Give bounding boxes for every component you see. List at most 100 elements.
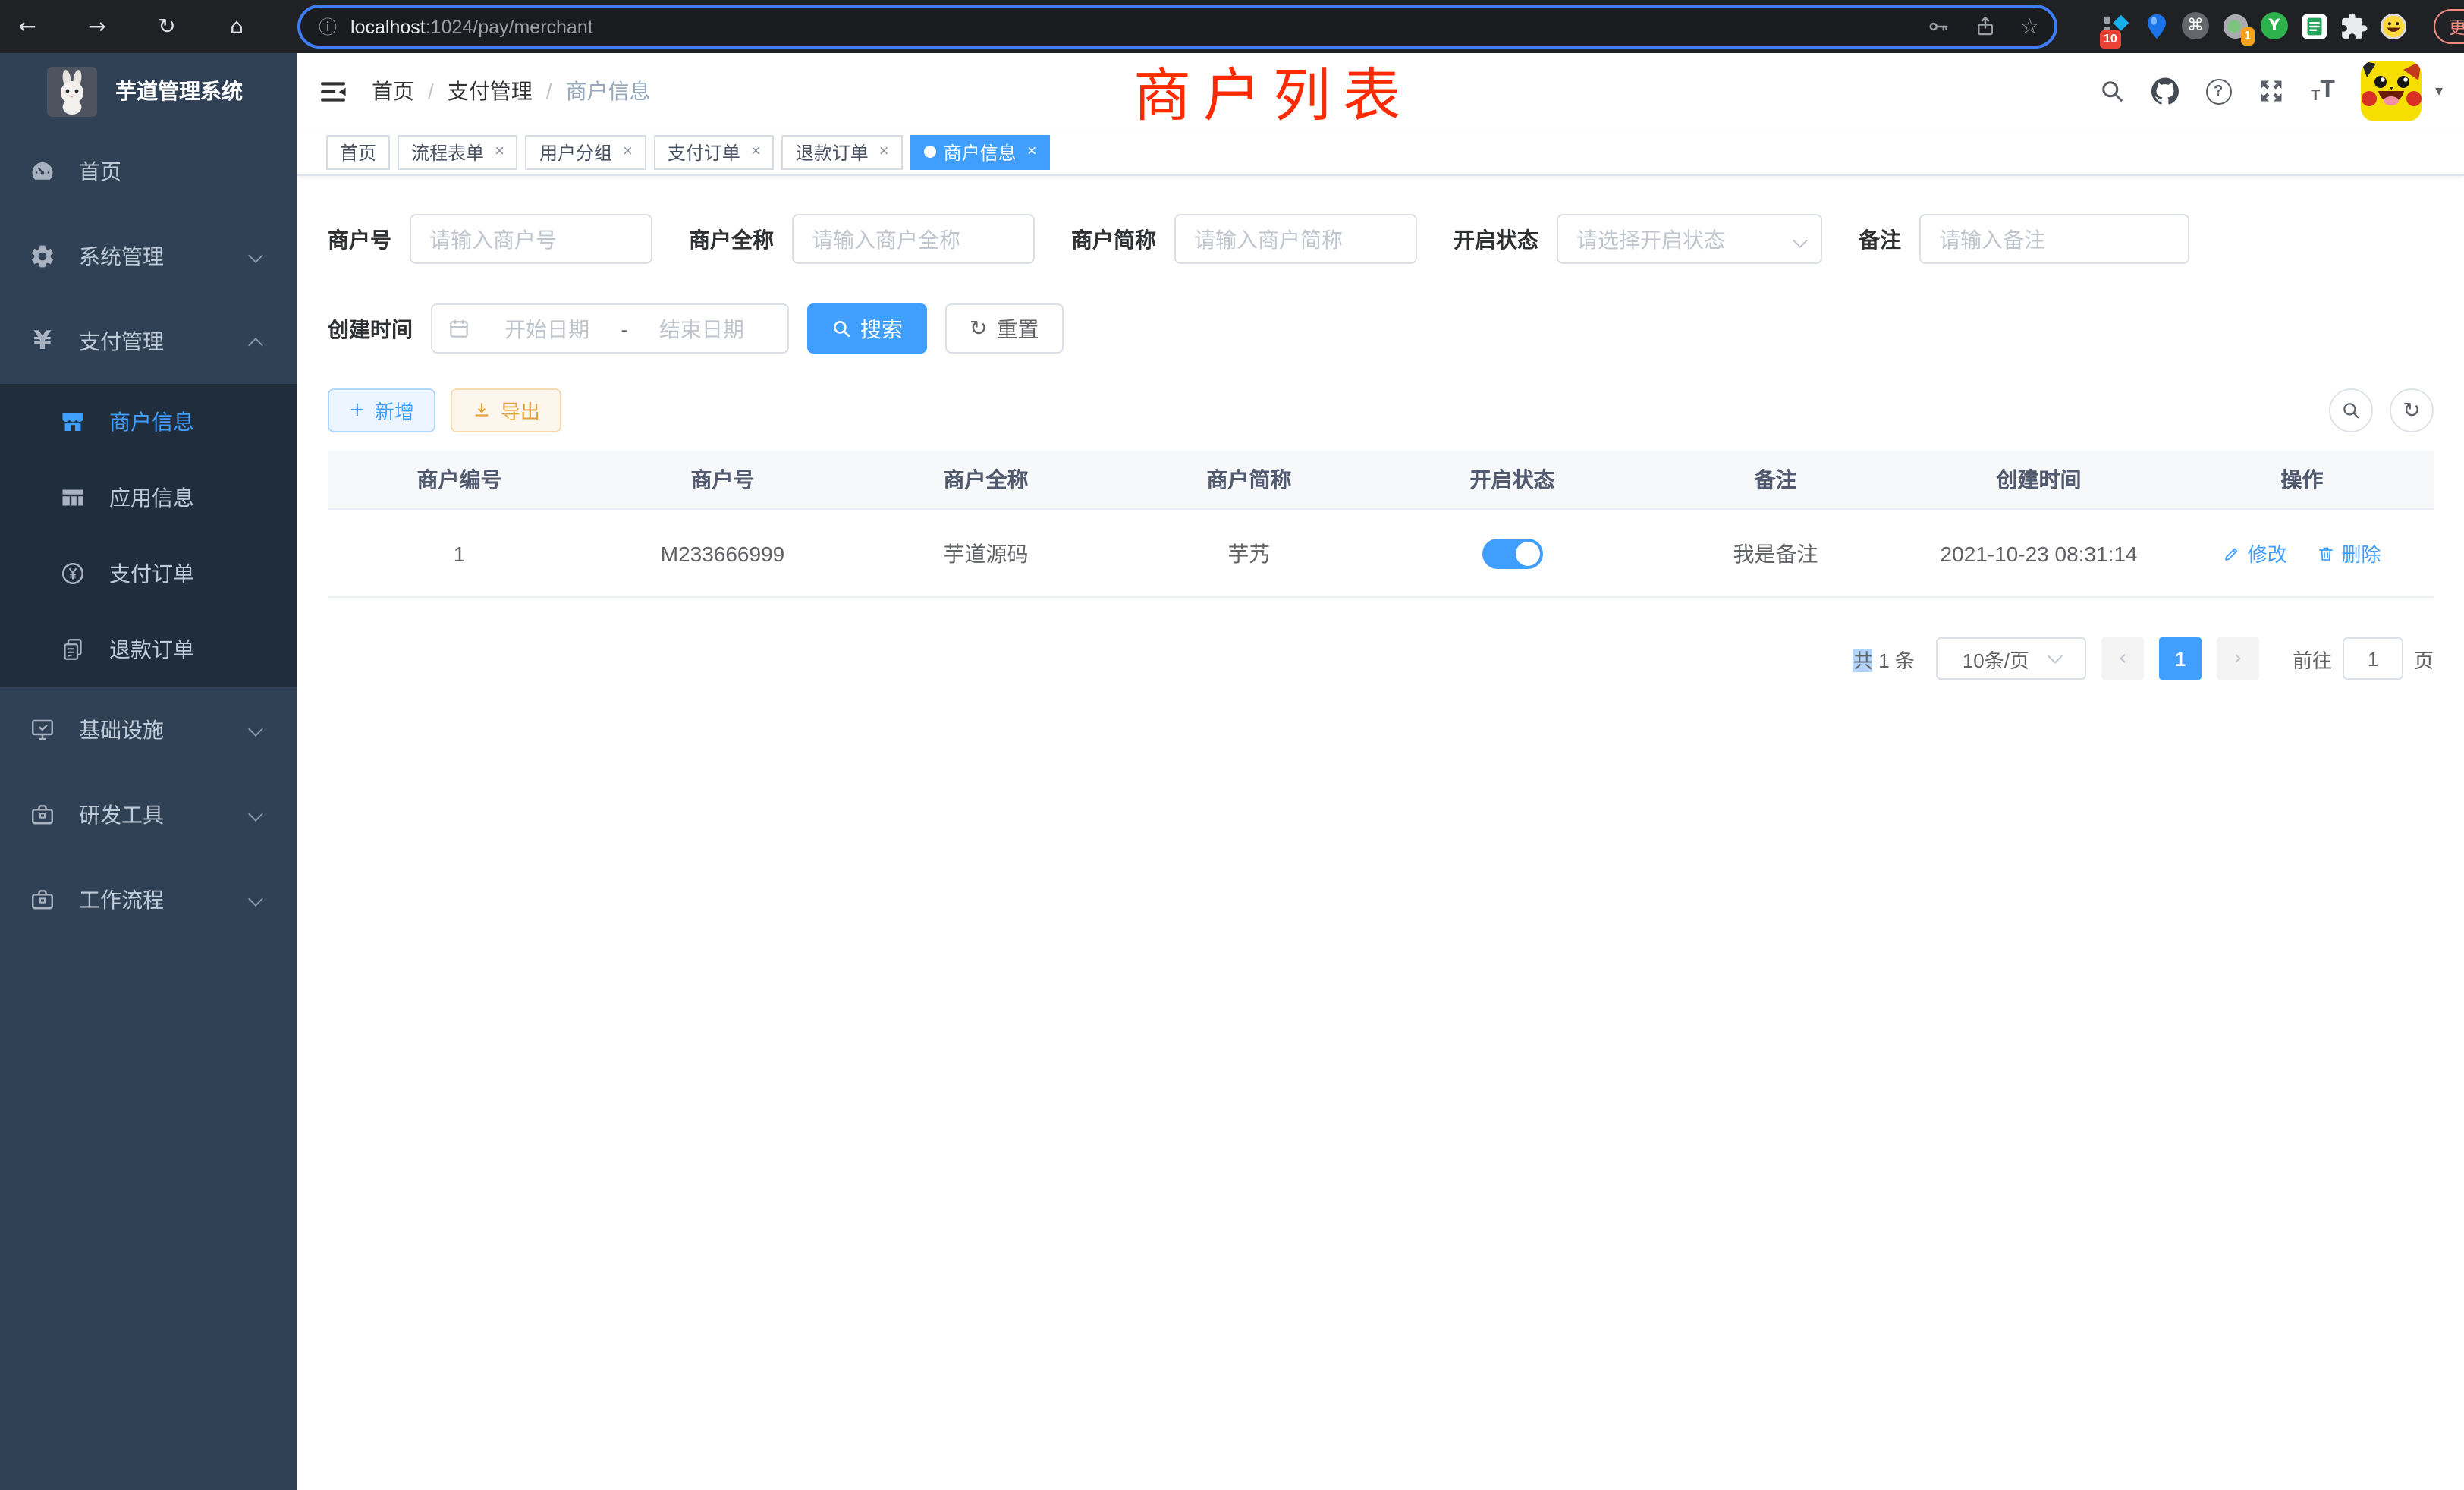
forward-icon[interactable]: → bbox=[85, 14, 109, 39]
page-size-select[interactable]: 10条/页 bbox=[1936, 637, 2086, 680]
sidebar-item-infrastructure[interactable]: 基础设施 bbox=[0, 687, 297, 772]
extension-y-icon[interactable]: Y bbox=[2261, 12, 2290, 41]
extension-circle-icon[interactable]: 1 bbox=[2221, 12, 2250, 41]
chevron-down-icon bbox=[248, 248, 263, 263]
back-icon[interactable]: ← bbox=[15, 14, 39, 39]
active-dot bbox=[924, 146, 936, 158]
dashboard-icon bbox=[27, 156, 58, 187]
delete-button[interactable]: 删除 bbox=[2317, 539, 2381, 567]
close-icon[interactable]: × bbox=[495, 143, 504, 161]
add-button[interactable]: + 新增 bbox=[328, 388, 435, 432]
sidebar-item-system[interactable]: 系统管理 bbox=[0, 214, 297, 299]
tab-home[interactable]: 首页 bbox=[326, 134, 390, 169]
col-merchant-id: 商户编号 bbox=[328, 451, 591, 509]
page-1-button[interactable]: 1 bbox=[2159, 637, 2202, 680]
short-name-input[interactable] bbox=[1174, 214, 1417, 264]
extension-command-icon[interactable]: ⌘ bbox=[2182, 12, 2211, 41]
sidebar-item-app-info[interactable]: 应用信息 bbox=[0, 460, 297, 536]
date-range-picker[interactable]: 开始日期 - 结束日期 bbox=[431, 303, 789, 354]
search-button[interactable]: 搜索 bbox=[807, 303, 927, 354]
col-status: 开启状态 bbox=[1381, 451, 1644, 509]
help-icon[interactable]: ? bbox=[2205, 77, 2232, 105]
sidebar-item-label: 系统管理 bbox=[79, 241, 164, 272]
reset-button[interactable]: ↻ 重置 bbox=[945, 303, 1063, 354]
chevron-down-icon bbox=[248, 721, 263, 737]
breadcrumb-home[interactable]: 首页 bbox=[372, 76, 414, 106]
close-icon[interactable]: × bbox=[1027, 143, 1037, 161]
app-logo[interactable]: 芋道管理系统 bbox=[0, 53, 297, 129]
breadcrumb-current: 商户信息 bbox=[566, 76, 651, 106]
show-search-button[interactable] bbox=[2329, 388, 2373, 432]
chevron-down-icon bbox=[248, 806, 263, 822]
sidebar-item-refund-order[interactable]: 退款订单 bbox=[0, 611, 297, 687]
home-icon[interactable]: ⌂ bbox=[225, 14, 249, 39]
browser-profile-avatar[interactable] bbox=[2379, 12, 2408, 41]
status-select[interactable] bbox=[1557, 214, 1822, 264]
extension-notes-icon[interactable] bbox=[2300, 12, 2329, 41]
goto-page-input[interactable] bbox=[2343, 637, 2403, 680]
remark-input[interactable] bbox=[1919, 214, 2189, 264]
sidebar-item-pay-order[interactable]: 支付订单 bbox=[0, 536, 297, 611]
password-key-icon[interactable] bbox=[1928, 15, 1950, 38]
sidebar-toggle-icon[interactable] bbox=[319, 77, 347, 105]
browser-update-button[interactable]: 更新 bbox=[2434, 9, 2464, 44]
navbar-actions: ? TT bbox=[2098, 61, 2443, 121]
tab-process-form[interactable]: 流程表单 × bbox=[398, 134, 518, 169]
avatar-caret-icon[interactable]: ▾ bbox=[2435, 83, 2443, 99]
bookmark-star-icon[interactable]: ☆ bbox=[2020, 14, 2039, 39]
next-page-button[interactable]: › bbox=[2217, 637, 2259, 680]
merchant-table: 商户编号 商户号 商户全称 商户简称 开启状态 备注 创建时间 操作 1 bbox=[328, 451, 2434, 598]
font-size-icon[interactable]: TT bbox=[2311, 77, 2335, 105]
cell-merchant-id: 1 bbox=[328, 509, 591, 597]
close-icon[interactable]: × bbox=[751, 143, 761, 161]
tab-pay-order[interactable]: 支付订单 × bbox=[654, 134, 775, 169]
edit-button[interactable]: 修改 bbox=[2224, 539, 2287, 567]
site-info-icon[interactable]: ⓘ bbox=[319, 14, 337, 39]
share-icon[interactable] bbox=[1975, 15, 1997, 38]
browser-extensions: 10 ⌘ 1 Y bbox=[2103, 12, 2418, 41]
start-date-placeholder: 开始日期 bbox=[476, 313, 618, 344]
prev-page-button[interactable]: ‹ bbox=[2101, 637, 2144, 680]
sidebar-item-label: 基础设施 bbox=[79, 715, 164, 745]
refresh-table-button[interactable]: ↻ bbox=[2390, 388, 2434, 432]
sidebar-item-home[interactable]: 首页 bbox=[0, 129, 297, 214]
extension-pin-icon[interactable] bbox=[2142, 12, 2171, 41]
end-date-placeholder: 结束日期 bbox=[631, 313, 772, 344]
search-icon[interactable] bbox=[2098, 77, 2126, 105]
field-label: 创建时间 bbox=[328, 313, 413, 344]
export-button[interactable]: 导出 bbox=[451, 388, 561, 432]
table-tools: ↻ bbox=[2329, 388, 2434, 432]
sidebar-item-label: 研发工具 bbox=[79, 800, 164, 830]
tab-merchant-info[interactable]: 商户信息 × bbox=[910, 134, 1051, 169]
field-label: 商户全称 bbox=[689, 224, 774, 254]
annotation-merchant-list: 商户列表 bbox=[1133, 49, 1413, 132]
merchant-no-input[interactable] bbox=[410, 214, 652, 264]
extension-badge: 10 bbox=[2100, 30, 2121, 49]
full-name-input[interactable] bbox=[792, 214, 1035, 264]
status-toggle[interactable] bbox=[1482, 538, 1543, 568]
close-icon[interactable]: × bbox=[623, 143, 633, 161]
sidebar-item-merchant-info[interactable]: 商户信息 bbox=[0, 384, 297, 460]
tab-refund-order[interactable]: 退款订单 × bbox=[782, 134, 903, 169]
extensions-puzzle-icon[interactable] bbox=[2340, 12, 2368, 41]
chevron-up-icon bbox=[248, 338, 263, 353]
fullscreen-icon[interactable] bbox=[2258, 77, 2285, 105]
tab-user-group[interactable]: 用户分组 × bbox=[526, 134, 646, 169]
breadcrumb-pay[interactable]: 支付管理 bbox=[448, 76, 533, 106]
close-icon[interactable]: × bbox=[879, 143, 889, 161]
sidebar-item-workflow[interactable]: 工作流程 bbox=[0, 857, 297, 942]
sidebar-item-dev-tools[interactable]: 研发工具 bbox=[0, 772, 297, 857]
sidebar-item-label: 退款订单 bbox=[109, 634, 194, 665]
url-bar[interactable]: ⓘ localhost :1024/pay/merchant ☆ bbox=[300, 8, 2054, 46]
github-icon[interactable] bbox=[2151, 77, 2179, 105]
user-avatar[interactable] bbox=[2361, 61, 2422, 121]
sidebar-item-pay[interactable]: ¥ 支付管理 bbox=[0, 299, 297, 384]
store-icon bbox=[58, 407, 88, 437]
filter-status: 开启状态 bbox=[1454, 214, 1822, 264]
table-row: 1 M233666999 芋道源码 芋艿 我是备注 2021-10-23 08:… bbox=[328, 509, 2434, 597]
extension-diamond-icon[interactable]: 10 bbox=[2103, 12, 2132, 41]
chevron-down-icon bbox=[2047, 648, 2062, 663]
reload-icon[interactable]: ↻ bbox=[155, 14, 179, 39]
cell-create-time: 2021-10-23 08:31:14 bbox=[1907, 509, 2170, 597]
status-select-input[interactable] bbox=[1557, 214, 1822, 264]
